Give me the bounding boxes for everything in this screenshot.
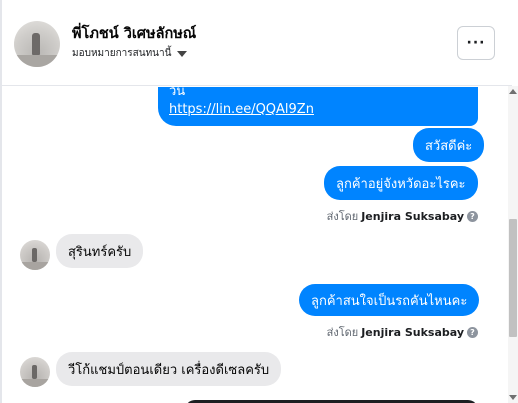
scrollbar[interactable] [508, 86, 518, 403]
sender-name: Jenjira Suksabay [361, 209, 464, 223]
message-text: สุรินทร์ครับ [68, 244, 132, 260]
scrollbar-thumb[interactable] [509, 219, 517, 337]
outgoing-message-link[interactable]: วัน https://lin.ee/QQAl9Zn [158, 87, 478, 126]
assign-conversation-label: มอบหมายการสนทนานี้ [72, 48, 172, 59]
sent-by-label: ส่งโดย Jenjira Suksabay ? [327, 207, 478, 225]
contact-avatar-small [20, 357, 50, 387]
incoming-message[interactable]: วีโก้แชมป์ตอนเดียว เครื่องดีเซลครับ [56, 352, 282, 386]
info-icon[interactable]: ? [467, 210, 478, 222]
sent-by-prefix: ส่งโดย [326, 210, 359, 223]
more-options-button[interactable]: ··· [457, 26, 495, 60]
message-text: ลูกค้าอยู่จังหวัดอะไรคะ [336, 176, 466, 192]
sent-by-label: ส่งโดย Jenjira Suksabay ? [327, 323, 478, 341]
outgoing-message[interactable]: สวัสดีค่ะ [413, 128, 485, 162]
more-icon: ··· [466, 35, 486, 51]
caret-down-icon [177, 51, 188, 57]
contact-avatar[interactable] [14, 21, 60, 67]
contact-avatar-small [20, 240, 50, 270]
assign-conversation-dropdown[interactable]: มอบหมายการสนทนานี้ [72, 46, 188, 61]
message-text: วีโก้แชมป์ตอนเดียว เครื่องดีเซลครับ [68, 362, 270, 378]
conversation-header: พี่โภชน์ วิเศษลักษณ์ มอบหมายการสนทนานี้ … [2, 0, 512, 86]
message-text: วัน [169, 87, 186, 99]
info-icon[interactable]: ? [467, 326, 478, 338]
message-thread: วัน https://lin.ee/QQAl9Zn สวัสดีค่ะ ลูก… [2, 87, 508, 403]
message-text: ลูกค้าสนใจเป็นรถคันไหนคะ [311, 293, 468, 309]
contact-name[interactable]: พี่โภชน์ วิเศษลักษณ์ [72, 22, 196, 45]
scroll-up-icon[interactable] [509, 89, 517, 94]
incoming-message[interactable]: สุรินทร์ครับ [56, 234, 144, 268]
sender-name: Jenjira Suksabay [361, 325, 464, 339]
message-text: สวัสดีค่ะ [425, 138, 473, 154]
outgoing-message[interactable]: ลูกค้าสนใจเป็นรถคันไหนคะ [299, 284, 480, 316]
outgoing-message[interactable]: ลูกค้าอยู่จังหวัดอะไรคะ [324, 166, 478, 200]
scroll-down-icon[interactable] [509, 395, 517, 400]
message-link[interactable]: https://lin.ee/QQAl9Zn [169, 102, 467, 117]
sent-by-prefix: ส่งโดย [326, 326, 359, 339]
